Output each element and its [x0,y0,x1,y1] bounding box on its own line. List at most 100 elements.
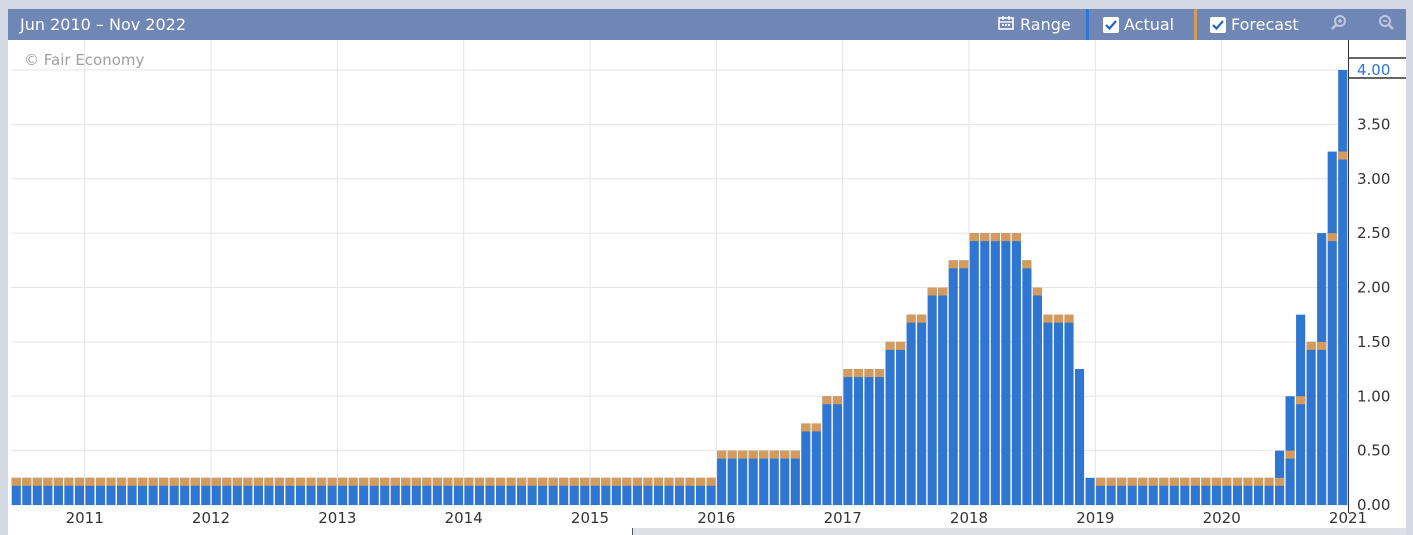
forecast-marker [453,477,463,486]
forecast-marker [485,477,495,486]
actual-bar [811,423,821,505]
actual-bar [759,450,769,505]
forecast-marker [738,450,748,459]
range-button[interactable]: Range [998,9,1071,40]
forecast-marker [1032,287,1043,296]
forecast-marker [464,477,474,486]
forecast-marker [95,477,106,486]
forecast-marker [822,396,832,405]
forecast-color-separator [1194,9,1197,40]
actual-bar [738,450,748,505]
forecast-marker [896,341,906,350]
x-tick-label: 2019 [1076,509,1114,527]
forecast-marker [1127,477,1137,486]
forecast-marker [885,341,895,350]
forecast-marker [1232,477,1243,486]
forecast-marker [748,450,758,459]
forecast-marker [1275,477,1285,486]
forecast-marker [559,477,569,486]
forecast-marker [232,477,242,486]
forecast-marker [1117,477,1127,486]
forecast-marker [864,369,874,378]
forecast-marker [917,314,927,323]
forecast-marker [180,477,190,486]
forecast-marker [674,477,685,486]
scrollbar-thumb[interactable] [8,528,633,535]
actual-bar [1317,233,1327,505]
forecast-marker [622,477,632,486]
forecast-marker [1053,314,1064,323]
forecast-marker [874,369,885,378]
forecast-marker [159,477,169,486]
forecast-marker [811,423,821,432]
forecast-toggle-label: Forecast [1231,15,1299,34]
forecast-marker [148,477,158,486]
forecast-marker [285,477,295,486]
forecast-marker [938,287,948,296]
forecast-marker [1138,477,1148,486]
actual-checkbox[interactable] [1103,16,1119,33]
forecast-marker [443,477,453,486]
forecast-marker [190,477,200,486]
forecast-marker [517,477,527,486]
forecast-checkbox[interactable] [1210,16,1226,33]
actual-bar [780,450,790,505]
forecast-marker [11,477,21,486]
forecast-marker [685,477,695,486]
zoom-out-button[interactable] [1378,9,1396,40]
actual-bar [874,369,885,505]
y-tick-label: 1.50 [1357,333,1390,351]
forecast-marker [1211,477,1221,486]
forecast-marker [801,423,811,432]
forecast-marker [538,477,548,486]
x-tick-label: 2014 [445,509,483,527]
forecast-marker [32,477,42,486]
forecast-marker [548,477,558,486]
forecast-marker [369,477,379,486]
actual-bar [790,450,800,505]
forecast-marker [22,477,32,486]
actual-bar [1043,314,1053,505]
forecast-marker [401,477,411,486]
chart-area: 0.00 0.50 1.00 1.50 2.00 2.50 3.00 3.50 2011 2012… [8,40,1406,528]
actual-bar [948,260,958,505]
forecast-marker [1011,233,1021,242]
forecast-marker [1096,477,1106,486]
forecast-marker [222,477,232,486]
actual-bar [727,450,737,505]
forecast-marker [948,260,958,269]
forecast-marker [927,287,937,296]
y-tick-label: 0.50 [1357,442,1390,460]
forecast-marker [64,477,74,486]
forecast-marker [432,477,442,486]
actual-bar [969,233,979,505]
forecast-toggle[interactable]: Forecast [1210,9,1299,40]
forecast-marker [1190,477,1200,486]
actual-bar [1074,369,1085,505]
y-tick-label: 2.00 [1357,279,1390,297]
forecast-marker [1317,341,1327,350]
forecast-marker [906,314,916,323]
forecast-marker [527,477,537,486]
forecast-marker [1285,450,1295,459]
forecast-marker [1253,477,1264,486]
actual-toggle[interactable]: Actual [1103,9,1174,40]
forecast-marker [611,477,621,486]
forecast-marker [106,477,116,486]
forecast-marker [569,477,579,486]
actual-bar [801,423,811,505]
forecast-marker [1201,477,1211,486]
chart-toolbar: Jun 2010 – Nov 2022 Range Actual Forecas… [8,9,1406,40]
range-scrollbar[interactable] [8,528,1406,535]
forecast-marker [790,450,800,459]
actual-bar [864,369,874,505]
x-tick-label: 2017 [824,509,862,527]
forecast-marker [843,369,853,378]
forecast-marker [1169,477,1179,486]
x-tick-label: 2015 [571,509,609,527]
forecast-marker [1180,477,1190,486]
actual-bar [1064,314,1074,505]
zoom-in-icon [1330,14,1348,36]
forecast-marker [169,477,179,486]
zoom-in-button[interactable] [1330,9,1348,40]
